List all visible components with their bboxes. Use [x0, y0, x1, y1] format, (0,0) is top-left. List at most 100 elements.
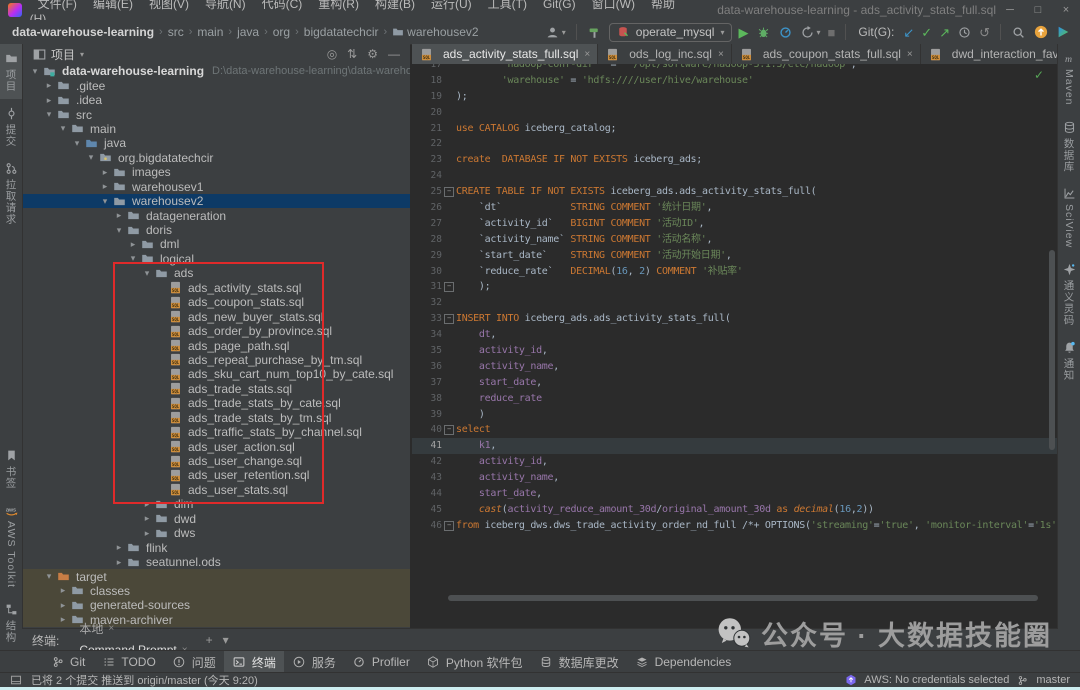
tool-button-TODO[interactable]: TODO: [93, 651, 163, 673]
editor-tab-ads_activity_stats_full.sql[interactable]: SQLads_activity_stats_full.sql×: [412, 44, 598, 64]
tool-window-button-Maven[interactable]: mMaven: [1058, 44, 1080, 113]
breadcrumb-item-data-warehouse-learning[interactable]: data-warehouse-learning: [10, 25, 156, 39]
editor-vertical-scrollbar[interactable]: [1049, 250, 1055, 450]
tree-chevron-icon[interactable]: ▾: [98, 196, 112, 207]
tree-chevron-icon[interactable]: ▸: [112, 557, 126, 568]
tool-window-button-通知[interactable]: 通知: [1058, 333, 1080, 388]
aws-credentials-status[interactable]: AWS: No credentials selected: [864, 674, 1009, 686]
tool-button-Python 软件包[interactable]: Python 软件包: [418, 651, 531, 673]
breadcrumb-item-org[interactable]: org: [271, 25, 292, 39]
editor-tab-ods_log_inc.sql[interactable]: SQLods_log_inc.sql×: [598, 44, 732, 64]
tree-item-java[interactable]: ▾java: [22, 136, 410, 150]
tree-chevron-icon[interactable]: ▾: [84, 152, 98, 163]
tree-chevron-icon[interactable]: ▸: [56, 600, 70, 611]
tree-chevron-icon[interactable]: ▾: [112, 225, 126, 236]
minimize-button[interactable]: ─: [996, 4, 1024, 16]
tree-chevron-icon[interactable]: ▸: [56, 585, 70, 596]
tree-item-.idea[interactable]: ▸.idea: [22, 93, 410, 107]
run-icon[interactable]: ▶: [739, 25, 749, 40]
stop-icon[interactable]: ■: [828, 25, 836, 40]
menu-item-0[interactable]: 文件(F): [30, 0, 85, 11]
tree-item-target[interactable]: ▾target: [22, 569, 410, 583]
tool-button-Git[interactable]: Git: [42, 651, 93, 673]
layout-icon[interactable]: [8, 673, 23, 688]
tree-chevron-icon[interactable]: ▸: [98, 181, 112, 192]
update-badge-icon[interactable]: [1033, 25, 1048, 40]
tool-button-问题[interactable]: 问题: [164, 651, 224, 673]
tree-item-warehousev2[interactable]: ▾warehousev2: [22, 194, 410, 208]
tool-window-button-结构[interactable]: 结构: [0, 595, 22, 650]
tree-item-classes[interactable]: ▸classes: [22, 584, 410, 598]
search-icon[interactable]: [1011, 25, 1026, 40]
tab-close-icon[interactable]: ×: [584, 49, 590, 60]
fold-marker-icon[interactable]: −: [442, 311, 456, 327]
tab-close-icon[interactable]: ×: [907, 49, 913, 60]
menu-item-4[interactable]: 代码(C): [254, 0, 311, 11]
tool-window-button-AWS Toolkit[interactable]: awsAWS Toolkit: [0, 496, 22, 595]
terminal-tab-本地[interactable]: 本地×: [75, 617, 191, 639]
tree-item-images[interactable]: ▸images: [22, 165, 410, 179]
menu-item-2[interactable]: 视图(V): [141, 0, 197, 11]
tree-item-flink[interactable]: ▸flink: [22, 540, 410, 554]
tree-chevron-icon[interactable]: ▸: [112, 210, 126, 221]
breadcrumb-item-java[interactable]: java: [235, 25, 261, 39]
hide-panel-icon[interactable]: —: [388, 47, 400, 61]
breadcrumb-item-main[interactable]: main: [195, 25, 225, 39]
coverage-icon[interactable]: ▾: [800, 25, 821, 40]
tree-chevron-icon[interactable]: ▾: [42, 571, 56, 582]
tree-item-data-warehouse-learning[interactable]: ▾data-warehouse-learningD:\data-warehous…: [22, 64, 410, 78]
tree-chevron-icon[interactable]: ▾: [56, 123, 70, 134]
rollback-icon[interactable]: ↺: [979, 25, 990, 40]
tree-chevron-icon[interactable]: ▸: [140, 513, 154, 524]
project-panel-title[interactable]: 项目 ▾: [32, 46, 84, 63]
tool-window-button-数据库[interactable]: 数据库: [1058, 113, 1080, 180]
git-update-icon[interactable]: ↙: [903, 25, 914, 40]
profiler-icon[interactable]: [778, 25, 793, 40]
tool-button-数据库更改[interactable]: 数据库更改: [531, 651, 627, 673]
tree-item-dwd[interactable]: ▸dwd: [22, 512, 410, 526]
tree-item-datageneration[interactable]: ▸datageneration: [22, 208, 410, 222]
expand-collapse-icon[interactable]: ⇅: [347, 47, 357, 61]
tree-chevron-icon[interactable]: ▸: [98, 167, 112, 178]
tree-chevron-icon[interactable]: ▸: [42, 95, 56, 106]
tool-button-Dependencies[interactable]: Dependencies: [627, 651, 740, 673]
menu-item-7[interactable]: 运行(U): [423, 0, 480, 11]
tree-item-seatunnel.ods[interactable]: ▸seatunnel.ods: [22, 555, 410, 569]
editor-horizontal-scrollbar[interactable]: [448, 595, 1038, 601]
tree-chevron-icon[interactable]: ▸: [42, 80, 56, 91]
tab-close-icon[interactable]: ×: [718, 49, 724, 60]
status-message[interactable]: 已将 2 个提交 推送到 origin/master (今天 9:20): [31, 672, 258, 688]
terminal-tab-close-icon[interactable]: ×: [108, 623, 114, 634]
tree-item-dws[interactable]: ▸dws: [22, 526, 410, 540]
close-button[interactable]: ×: [1052, 4, 1080, 16]
menu-item-8[interactable]: 工具(T): [480, 0, 535, 11]
tool-window-button-拉取请求[interactable]: 拉取请求: [0, 154, 22, 232]
tree-item-main[interactable]: ▾main: [22, 122, 410, 136]
fold-marker-icon[interactable]: −: [442, 279, 456, 295]
tree-chevron-icon[interactable]: ▸: [140, 528, 154, 539]
tree-chevron-icon[interactable]: ▸: [126, 239, 140, 250]
editor-tab-ads_coupon_stats_full.sql[interactable]: SQLads_coupon_stats_full.sql×: [732, 44, 921, 64]
tool-window-button-项目[interactable]: 项目: [0, 44, 22, 99]
menu-item-6[interactable]: 构建(B): [367, 0, 423, 11]
tree-item-org.bigdatatechcir[interactable]: ▾org.bigdatatechcir: [22, 151, 410, 165]
fold-marker-icon[interactable]: −: [442, 184, 456, 200]
tool-button-Profiler[interactable]: Profiler: [344, 651, 418, 673]
tree-item-warehousev1[interactable]: ▸warehousev1: [22, 180, 410, 194]
menu-item-9[interactable]: Git(G): [535, 0, 584, 11]
tool-window-button-提交[interactable]: 提交: [0, 99, 22, 154]
history-icon[interactable]: [957, 25, 972, 40]
fold-marker-icon[interactable]: −: [442, 422, 456, 438]
new-terminal-icon[interactable]: +: [206, 633, 213, 647]
tree-chevron-icon[interactable]: ▸: [112, 542, 126, 553]
maximize-button[interactable]: □: [1024, 4, 1052, 16]
menu-item-5[interactable]: 重构(R): [310, 0, 367, 11]
menu-item-10[interactable]: 窗口(W): [584, 0, 643, 11]
breadcrumb-item-warehousev2[interactable]: warehousev2: [405, 25, 480, 39]
tree-item-dml[interactable]: ▸dml: [22, 237, 410, 251]
run-config-select[interactable]: operate_mysql▾: [609, 23, 732, 42]
tree-item-src[interactable]: ▾src: [22, 107, 410, 121]
tree-item-generated-sources[interactable]: ▸generated-sources: [22, 598, 410, 612]
code-editor[interactable]: 17 'hadoop-conf-dir' = '/opt/software/ha…: [412, 64, 1058, 628]
terminal-dropdown-icon[interactable]: ▾: [223, 633, 229, 647]
